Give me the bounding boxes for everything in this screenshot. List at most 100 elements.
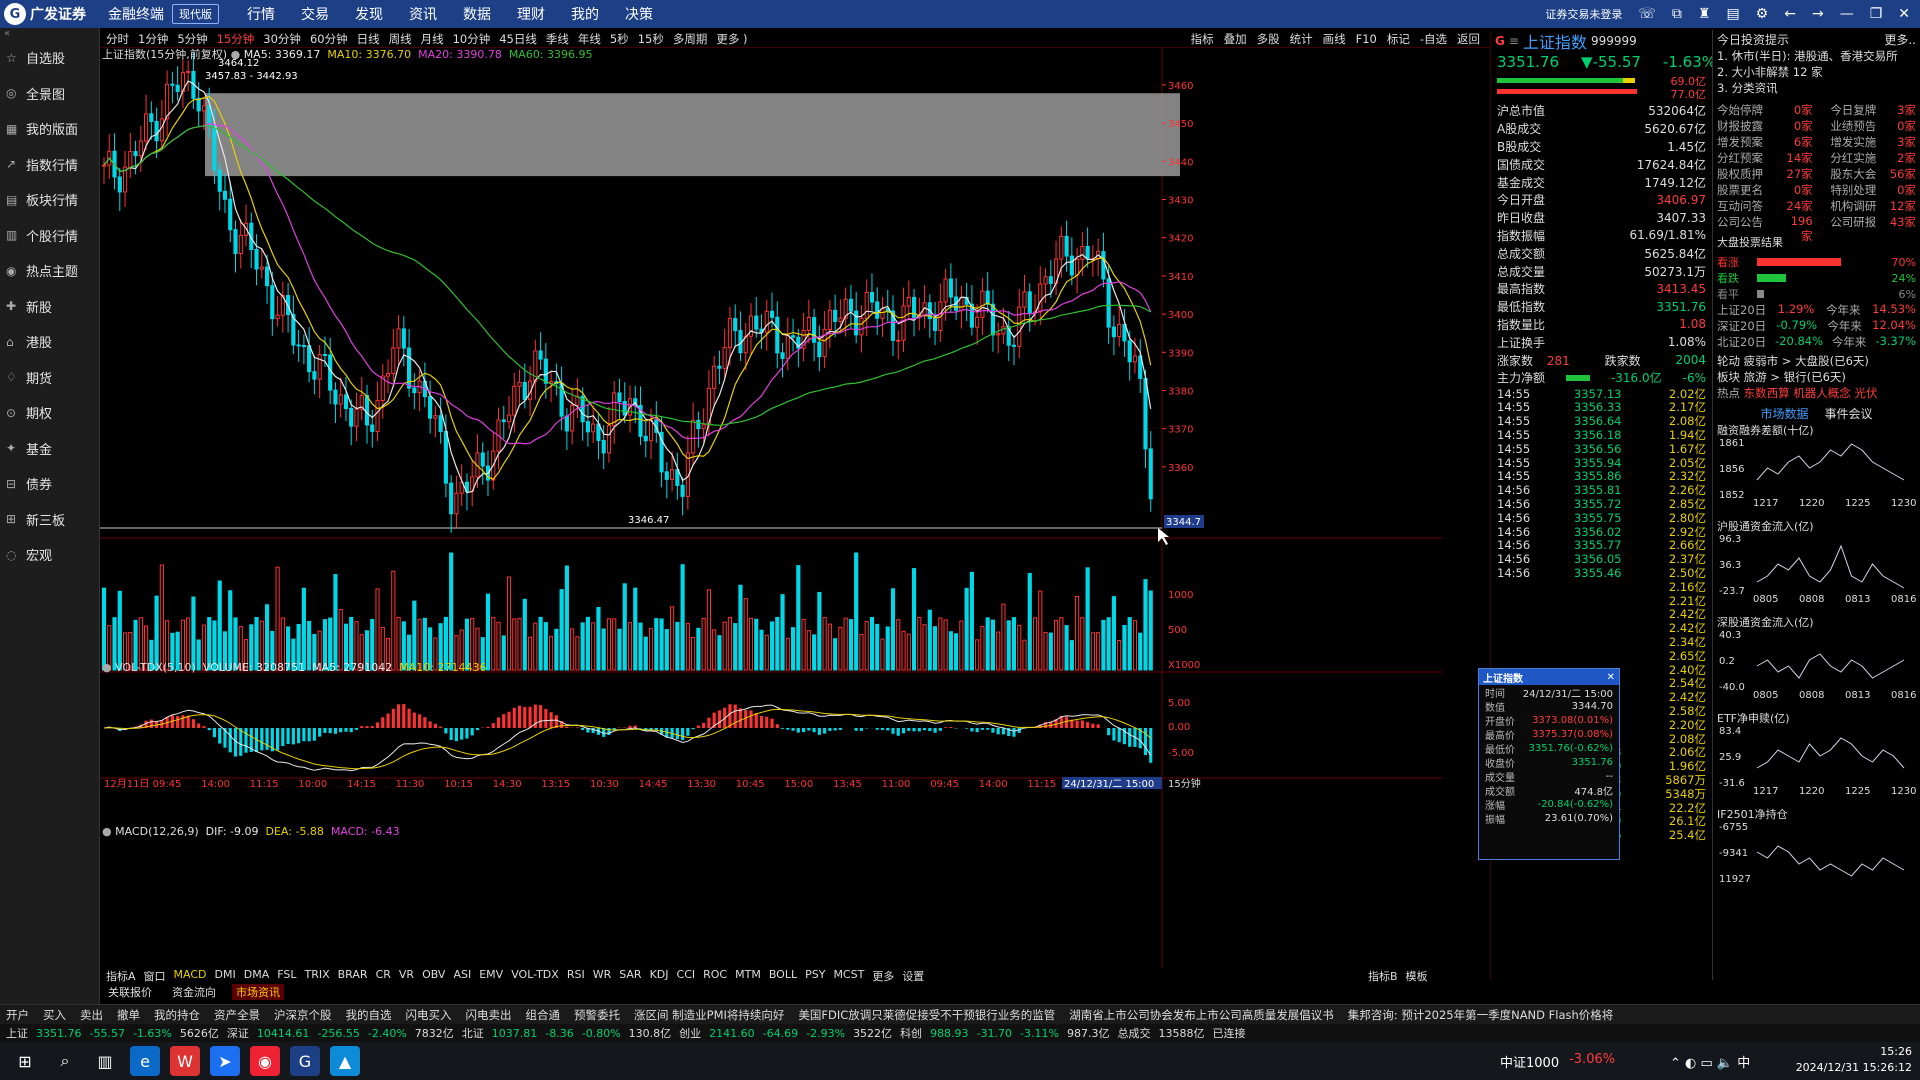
sub-tab-0[interactable]: 关联报价 — [104, 984, 156, 1000]
indicator-tab-1[interactable]: 窗口 — [144, 968, 166, 984]
chart-area[interactable]: 3460 3450 3440 3430 3420 3410 3400 3390 3380 3370… — [100, 48, 1442, 1000]
mini-chart[interactable]: 沪股通资金流入(亿) 96.3 36.3 -23.7 0805 0808 0813 0816 — [1713, 518, 1920, 614]
trade-bar-item-7[interactable]: 我的自选 — [346, 1007, 392, 1023]
menu-icon[interactable]: ≡ — [1509, 34, 1519, 48]
sidebar-item-13[interactable]: ⊞ 新三板 — [0, 502, 99, 538]
indicator-tab-17[interactable]: KDJ — [650, 968, 669, 984]
indicator-tab-22[interactable]: PSY — [805, 968, 825, 984]
trade-bar-item-13[interactable]: 美国FDIC放调只莱德促接受不干预银行业务的监管 — [798, 1007, 1055, 1023]
sidebar-item-7[interactable]: ✚ 新股 — [0, 289, 99, 325]
indicator-right-1[interactable]: 模板 — [1406, 968, 1428, 984]
app-icon-blue[interactable]: ➤ — [210, 1046, 240, 1076]
period-tab-0[interactable]: 分时 — [106, 31, 129, 47]
indicator-tab-14[interactable]: RSI — [567, 968, 585, 984]
tip-item[interactable]: 3. 分类资讯 — [1717, 80, 1916, 96]
sidebar-item-0[interactable]: ☆ 自选股 — [0, 40, 99, 76]
trade-bar-item-6[interactable]: 沪深京个股 — [274, 1007, 332, 1023]
gf-app-icon[interactable]: G — [290, 1046, 320, 1076]
trade-bar-item-1[interactable]: 买入 — [43, 1007, 66, 1023]
period-tab-16[interactable]: 更多 ) — [716, 31, 747, 47]
note-icon[interactable]: ▤ — [1726, 6, 1739, 22]
login-status[interactable]: 证券交易未登录 — [1545, 6, 1622, 22]
period-tab-5[interactable]: 60分钟 — [310, 31, 348, 47]
indicator-tab-6[interactable]: TRIX — [304, 968, 329, 984]
indicator-tab-16[interactable]: SAR — [619, 968, 641, 984]
topnav-item-0[interactable]: 行情 — [247, 4, 275, 24]
sidebar-item-4[interactable]: ▤ 板块行情 — [0, 182, 99, 218]
sub-tab-1[interactable]: 资金流向 — [168, 984, 220, 1000]
toolbar-action-1[interactable]: 叠加 — [1224, 31, 1247, 47]
app-icon-chart[interactable]: ▲ — [330, 1046, 360, 1076]
minimize-icon[interactable]: — — [1840, 6, 1854, 22]
tip-item[interactable]: 2. 大小非解禁 12 家 — [1717, 64, 1916, 80]
mini-chart[interactable]: 深股通资金流入(亿) 40.3 0.2 -40.0 0805 0808 0813 0816 — [1713, 614, 1920, 710]
sidebar-item-1[interactable]: ◎ 全景图 — [0, 76, 99, 112]
ime-indicator[interactable]: 中 — [1737, 1056, 1750, 1071]
indicator-tab-24[interactable]: 更多 — [872, 968, 894, 984]
toolbar-action-6[interactable]: 标记 — [1387, 31, 1410, 47]
screenshot-icon[interactable]: ⧉ — [1672, 6, 1682, 22]
forward-icon[interactable]: → — [1812, 6, 1824, 22]
indicator-tab-9[interactable]: VR — [399, 968, 414, 984]
tips-more-link[interactable]: 更多.. — [1884, 31, 1916, 48]
toolbar-action-5[interactable]: F10 — [1356, 32, 1377, 46]
sidebar-item-6[interactable]: ◉ 热点主题 — [0, 253, 99, 289]
period-tab-9[interactable]: 10分钟 — [453, 31, 491, 47]
sidebar-item-14[interactable]: ◌ 宏观 — [0, 537, 99, 573]
indicator-tab-4[interactable]: DMA — [244, 968, 270, 984]
indicator-tab-2[interactable]: MACD — [174, 968, 207, 984]
info-tab-0[interactable]: 市场数据 — [1760, 405, 1808, 422]
clock[interactable]: 15:26 2024/12/31 15:26:12 — [1796, 1044, 1912, 1076]
period-tab-1[interactable]: 1分钟 — [138, 31, 168, 47]
indicator-tab-18[interactable]: CCI — [677, 968, 696, 984]
trade-bar-item-8[interactable]: 闪电买入 — [406, 1007, 452, 1023]
popup-close-icon[interactable]: ✕ — [1607, 672, 1615, 683]
indicator-tab-11[interactable]: ASI — [453, 968, 471, 984]
indicator-right-0[interactable]: 指标B — [1368, 968, 1398, 984]
sidebar-item-10[interactable]: ⊙ 期权 — [0, 395, 99, 431]
trade-bar-item-9[interactable]: 闪电卖出 — [466, 1007, 512, 1023]
topnav-item-7[interactable]: 决策 — [625, 4, 653, 24]
period-tab-12[interactable]: 年线 — [578, 31, 601, 47]
info-tab-1[interactable]: 事件会议 — [1825, 405, 1873, 422]
sidebar-item-2[interactable]: ▦ 我的版面 — [0, 111, 99, 147]
indicator-tab-23[interactable]: MCST — [833, 968, 864, 984]
edge-icon[interactable]: e — [130, 1046, 160, 1076]
rotation-row[interactable]: 板块 旅游 > 银行(已6天) — [1717, 369, 1916, 385]
indicator-tab-25[interactable]: 设置 — [902, 968, 924, 984]
toolbar-action-4[interactable]: 画线 — [1323, 31, 1346, 47]
period-tab-11[interactable]: 季线 — [546, 31, 569, 47]
sidebar-item-3[interactable]: ↗ 指数行情 — [0, 147, 99, 183]
topnav-item-4[interactable]: 数据 — [463, 4, 491, 24]
period-tab-3[interactable]: 15分钟 — [217, 31, 255, 47]
app-icon-red[interactable]: ◉ — [250, 1046, 280, 1076]
toolbar-action-7[interactable]: -自选 — [1420, 31, 1447, 47]
period-tab-15[interactable]: 多周期 — [673, 31, 708, 47]
topnav-item-3[interactable]: 资讯 — [409, 4, 437, 24]
settings-icon[interactable]: ⚙ — [1756, 6, 1769, 22]
sidebar-item-11[interactable]: ✦ 基金 — [0, 431, 99, 467]
restore-icon[interactable]: ❐ — [1870, 6, 1883, 22]
search-icon[interactable]: ⌕ — [50, 1046, 80, 1076]
indicator-tab-10[interactable]: OBV — [422, 968, 445, 984]
period-tab-8[interactable]: 月线 — [421, 31, 444, 47]
status-index-name[interactable]: 创业 — [679, 1025, 701, 1041]
toolbar-action-2[interactable]: 多股 — [1257, 31, 1280, 47]
collapse-icon[interactable]: « — [0, 28, 99, 40]
indicator-tab-20[interactable]: MTM — [735, 968, 761, 984]
sub-tab-2[interactable]: 市场资讯 — [232, 984, 284, 1000]
status-index-name[interactable]: 深证 — [227, 1025, 249, 1041]
trade-bar-item-2[interactable]: 卖出 — [80, 1007, 103, 1023]
sidebar-item-5[interactable]: ▥ 个股行情 — [0, 218, 99, 254]
toolbar-action-0[interactable]: 指标 — [1191, 31, 1214, 47]
indicator-tab-7[interactable]: BRAR — [338, 968, 368, 984]
indicator-tab-15[interactable]: WR — [593, 968, 612, 984]
period-tab-10[interactable]: 45日线 — [499, 31, 537, 47]
data-window-popup[interactable]: 上证指数 ✕ 时间 24/12/31/二 15:00 数值 3344.70 开盘价 3373… — [1478, 668, 1620, 860]
sidebar-item-9[interactable]: ♢ 期货 — [0, 360, 99, 396]
wps-icon[interactable]: W — [170, 1046, 200, 1076]
period-tab-7[interactable]: 周线 — [389, 31, 412, 47]
rotation-row[interactable]: 轮动 疲弱市 > 大盘股(已6天) — [1717, 353, 1916, 369]
toolbar-action-3[interactable]: 统计 — [1290, 31, 1313, 47]
status-index-name[interactable]: 上证 — [6, 1025, 28, 1041]
